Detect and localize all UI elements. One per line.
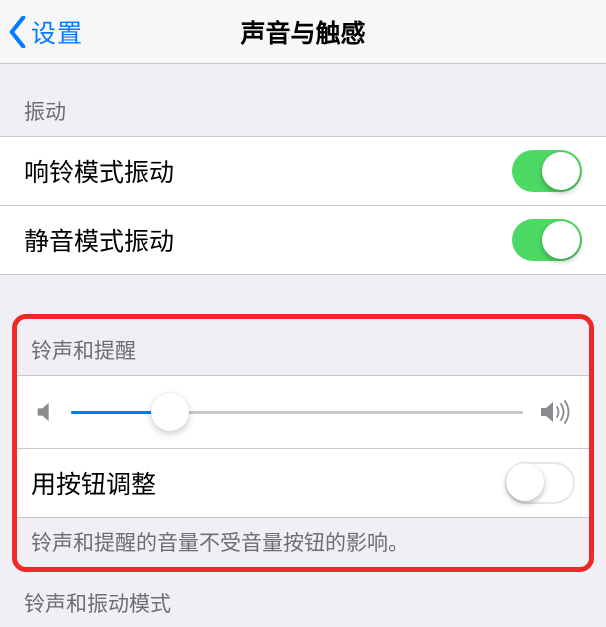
row-label: 响铃模式振动: [24, 153, 174, 189]
row-label: 静音模式振动: [24, 222, 174, 258]
row-silent-vibrate[interactable]: 静音模式振动: [0, 205, 606, 275]
toggle-knob: [506, 463, 544, 501]
row-label: 用按钮调整: [31, 465, 156, 501]
volume-slider-row: [17, 375, 589, 449]
row-ring-vibrate[interactable]: 响铃模式振动: [0, 136, 606, 206]
toggle-silent-vibrate[interactable]: [512, 219, 582, 261]
footer-text: 铃声和提醒的音量不受音量按钮的影响。: [17, 517, 589, 557]
highlight-box: 铃声和提醒 用按钮调整 铃声和提醒的音量不受音量按钮的影响。: [12, 314, 594, 572]
slider-thumb[interactable]: [151, 393, 189, 431]
section-header-ringtone: 铃声和提醒: [17, 319, 589, 375]
back-button[interactable]: 设置: [8, 14, 83, 50]
toggle-ring-vibrate[interactable]: [512, 150, 582, 192]
row-button-adjust[interactable]: 用按钮调整: [17, 448, 589, 518]
toggle-button-adjust[interactable]: [505, 462, 575, 504]
page-title: 声音与触感: [240, 14, 365, 50]
section-header-modes: 铃声和振动模式: [0, 572, 606, 618]
toggle-knob: [542, 221, 580, 259]
chevron-left-icon: [8, 16, 27, 48]
volume-high-icon: [539, 400, 571, 424]
volume-slider[interactable]: [71, 411, 523, 414]
toggle-knob: [542, 152, 580, 190]
section-header-vibrate: 振动: [0, 64, 606, 136]
back-label: 设置: [31, 14, 83, 50]
volume-low-icon: [35, 401, 55, 423]
